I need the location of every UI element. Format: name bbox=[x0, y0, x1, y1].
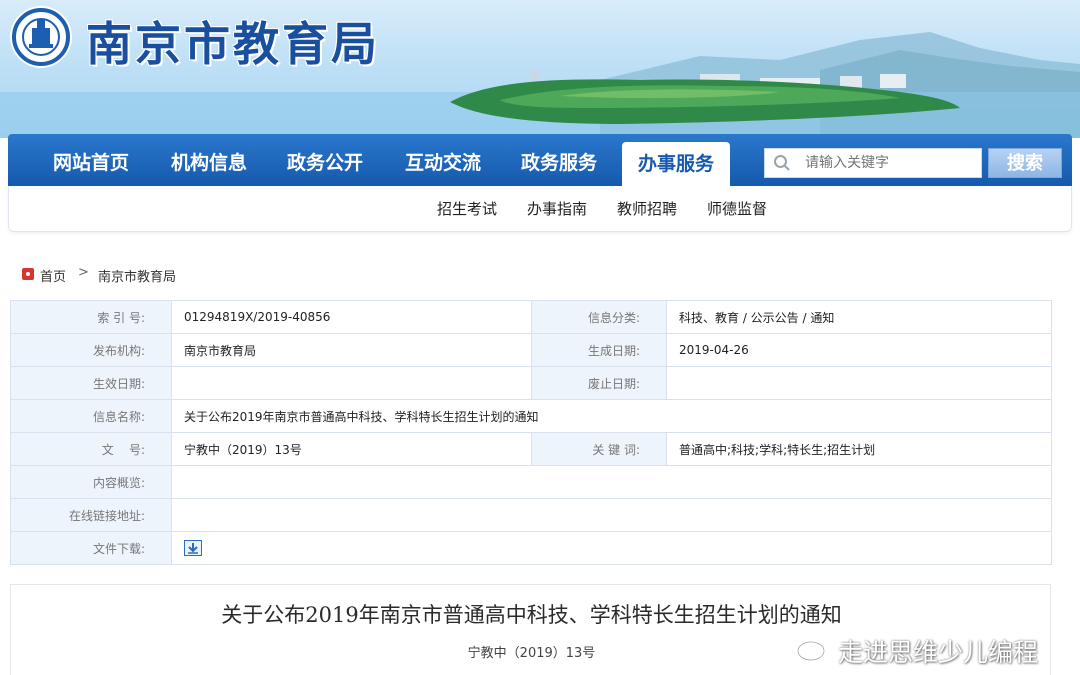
index-value: 01294819X/2019-40856 bbox=[171, 300, 532, 334]
table-row: 生效日期: 废止日期: bbox=[10, 366, 1052, 400]
info-name-value: 关于公布2019年南京市普通高中科技、学科特长生招生计划的通知 bbox=[171, 399, 1052, 433]
nav-item-office-services[interactable]: 办事服务 bbox=[622, 142, 730, 186]
info-name-label: 信息名称: bbox=[10, 399, 172, 433]
keywords-label: 关 键 词: bbox=[531, 432, 667, 466]
table-row: 在线链接地址: bbox=[10, 498, 1052, 532]
emblem-logo bbox=[12, 8, 70, 66]
publisher-value: 南京市教育局 bbox=[171, 333, 532, 367]
doc-number-value: 宁教中（2019）13号 bbox=[171, 432, 532, 466]
expiry-date-label: 废止日期: bbox=[531, 366, 667, 400]
publisher-label: 发布机构: bbox=[10, 333, 172, 367]
online-link-value[interactable] bbox=[171, 498, 1052, 532]
search-icon bbox=[774, 155, 790, 171]
created-date-value: 2019-04-26 bbox=[666, 333, 1052, 367]
table-row: 发布机构: 南京市教育局 生成日期: 2019-04-26 bbox=[10, 333, 1052, 367]
nav-item-interaction[interactable]: 互动交流 bbox=[390, 134, 496, 186]
file-download-cell bbox=[171, 531, 1052, 565]
table-row: 内容概览: bbox=[10, 465, 1052, 499]
search-box bbox=[764, 148, 982, 178]
effective-date-label: 生效日期: bbox=[10, 366, 172, 400]
breadcrumb-home[interactable]: 首页 bbox=[40, 266, 66, 285]
doc-number-label: 文 号: bbox=[10, 432, 172, 466]
category-value: 科技、教育 / 公示公告 / 通知 bbox=[666, 300, 1052, 334]
breadcrumb-separator: > bbox=[78, 265, 89, 280]
table-row: 信息名称: 关于公布2019年南京市普通高中科技、学科特长生招生计划的通知 bbox=[10, 399, 1052, 433]
article-title: 关于公布2019年南京市普通高中科技、学科特长生招生计划的通知 bbox=[221, 603, 842, 627]
table-row: 索 引 号: 01294819X/2019-40856 信息分类: 科技、教育 … bbox=[10, 300, 1052, 334]
download-icon[interactable] bbox=[184, 540, 202, 556]
subnav-item-admissions[interactable]: 招生考试 bbox=[437, 198, 497, 219]
overview-value bbox=[171, 465, 1052, 499]
sub-nav: 招生考试 办事指南 教师招聘 师德监督 bbox=[8, 186, 1072, 232]
nav-item-gov-services[interactable]: 政务服务 bbox=[506, 134, 612, 186]
subnav-item-ethics-supervision[interactable]: 师德监督 bbox=[707, 198, 767, 219]
info-table: 索 引 号: 01294819X/2019-40856 信息分类: 科技、教育 … bbox=[10, 300, 1052, 565]
site-banner: 南京市教育局 bbox=[0, 0, 1080, 138]
search-button[interactable]: 搜索 bbox=[988, 148, 1062, 178]
subnav-item-guide[interactable]: 办事指南 bbox=[527, 198, 587, 219]
emblem-building-icon bbox=[29, 20, 53, 48]
table-row: 文件下载: bbox=[10, 531, 1052, 565]
table-row: 文 号: 宁教中（2019）13号 关 键 词: 普通高中;科技;学科;特长生;… bbox=[10, 432, 1052, 466]
subnav-item-teacher-recruitment[interactable]: 教师招聘 bbox=[617, 198, 677, 219]
effective-date-value bbox=[171, 366, 532, 400]
site-title: 南京市教育局 bbox=[86, 17, 380, 71]
nav-item-home[interactable]: 网站首页 bbox=[38, 134, 144, 186]
main-nav: 网站首页 机构信息 政务公开 互动交流 政务服务 办事服务 搜索 bbox=[8, 134, 1072, 186]
search-input[interactable] bbox=[805, 149, 975, 177]
index-label: 索 引 号: bbox=[10, 300, 172, 334]
overview-label: 内容概览: bbox=[10, 465, 172, 499]
keywords-value: 普通高中;科技;学科;特长生;招生计划 bbox=[666, 432, 1052, 466]
nav-item-organization[interactable]: 机构信息 bbox=[156, 134, 262, 186]
created-date-label: 生成日期: bbox=[531, 333, 667, 367]
breadcrumb-current[interactable]: 南京市教育局 bbox=[98, 266, 176, 285]
expiry-date-value bbox=[666, 366, 1052, 400]
watermark-text: 走进思维少儿编程 bbox=[838, 638, 1039, 667]
weibo-icon bbox=[796, 637, 831, 661]
category-label: 信息分类: bbox=[531, 300, 667, 334]
online-link-label: 在线链接地址: bbox=[10, 498, 172, 532]
nav-item-public-affairs[interactable]: 政务公开 bbox=[272, 134, 378, 186]
home-icon bbox=[22, 268, 34, 280]
file-download-label: 文件下载: bbox=[10, 531, 172, 565]
